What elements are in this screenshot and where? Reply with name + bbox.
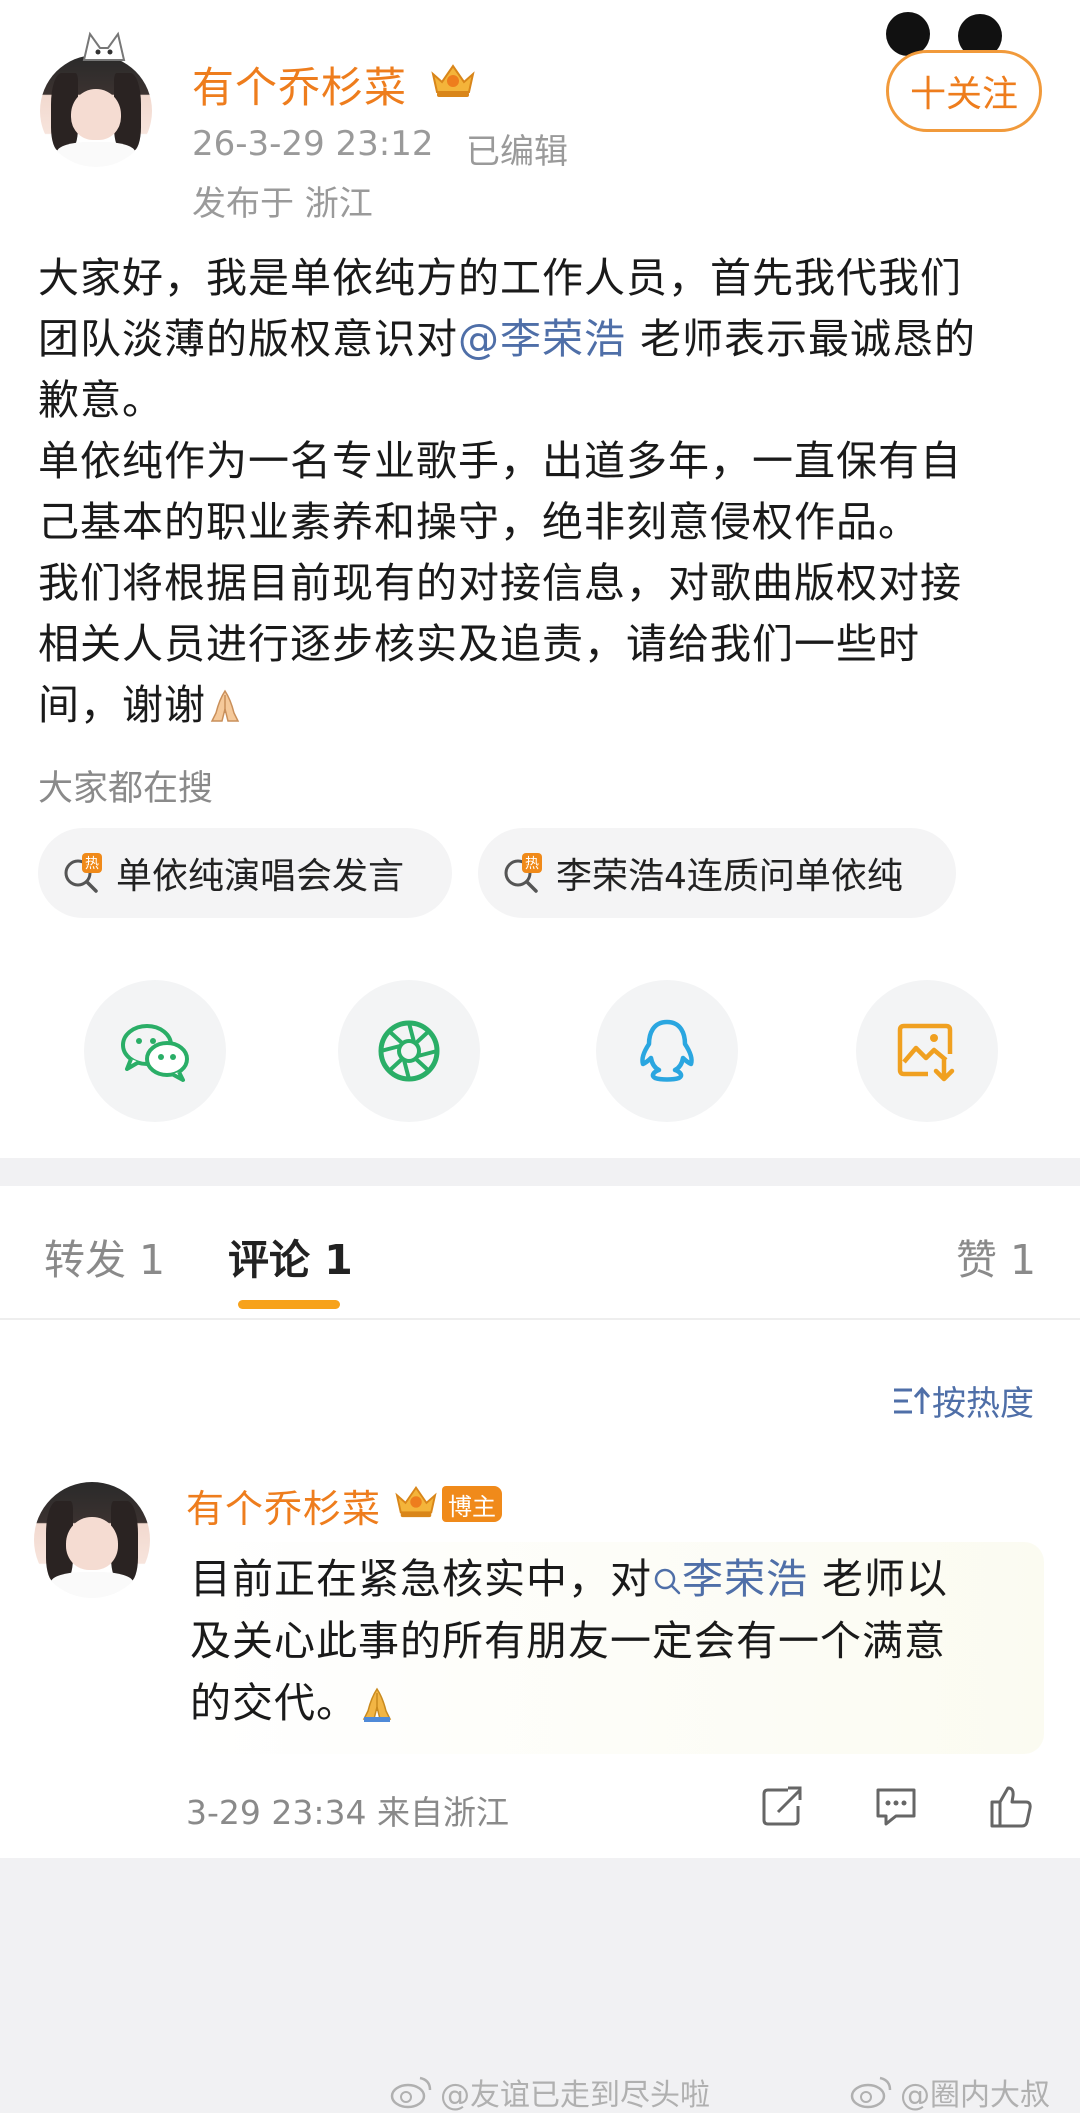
comment-line: 及关心此事的所有朋友一定会有一个满意 [190, 1617, 946, 1665]
svg-text:热: 热 [525, 856, 539, 872]
vip-crown-icon [395, 1485, 437, 1518]
active-tab-indicator [238, 1300, 340, 1309]
watermark-right: @圈内大叔 [850, 2070, 1050, 2113]
edited-label: 已编辑 [466, 132, 568, 172]
hot-search-icon: 热 [504, 853, 542, 893]
comment-text-segment: 老师以 [808, 1555, 949, 1603]
post-time: 26-3-29 23:12 [192, 124, 434, 164]
sort-icon [894, 1386, 931, 1414]
share-wechat-button[interactable] [84, 980, 226, 1122]
post-text-segment: 老师表示最诚恳的 [626, 315, 977, 363]
pray-emoji-icon [362, 1687, 392, 1722]
weibo-logo-icon [390, 2076, 432, 2109]
search-mention-icon [654, 1568, 681, 1595]
comment-line: 目前正在紧急核实中，对 李荣浩 老师以 [190, 1548, 1030, 1610]
like-icon[interactable] [986, 1782, 1034, 1830]
tab-comments[interactable]: 评论 1 [228, 1226, 353, 1286]
post-text-segment: 间，谢谢 [38, 681, 206, 729]
post-line: 我们将根据目前现有的对接信息，对歌曲版权对接 [38, 559, 962, 607]
trending-heading: 大家都在搜 [38, 769, 214, 809]
watermark-right-text: @圈内大叔 [900, 2078, 1050, 2113]
interaction-tabs: 转发 1 评论 1 赞 1 [0, 1186, 1080, 1320]
weibo-logo-icon [850, 2076, 892, 2109]
qq-icon [640, 1019, 694, 1082]
comment-text-segment: 的交代。 [190, 1679, 358, 1727]
follow-area: 十关注 [848, 10, 1048, 132]
hot-search-icon: 热 [64, 853, 102, 893]
cat-ears-icon [82, 31, 126, 61]
post-line: 间，谢谢 [38, 675, 1048, 736]
watermark-left-text: @友谊已走到尽头啦 [440, 2078, 710, 2113]
share-qq-button[interactable] [596, 980, 738, 1122]
post-location: 发布于 浙江 [192, 184, 373, 224]
post-line: 团队淡薄的版权意识对@李荣浩 老师表示最诚恳的 [38, 309, 1048, 370]
mention-link[interactable]: 李荣浩 [652, 1555, 808, 1603]
post-line: 相关人员进行逐步核实及追责，请给我们一些时 [38, 620, 920, 668]
author-name[interactable]: 有个乔杉菜 [192, 54, 407, 115]
trending-chip[interactable]: 热 李荣浩4连质问单依纯 [478, 828, 956, 918]
comment-icon[interactable] [872, 1782, 920, 1830]
post-line: 歉意。 [38, 376, 164, 424]
watermark-left: @友谊已走到尽头啦 [390, 2070, 710, 2113]
post-line: 己基本的职业素养和操守，绝非刻意侵权作品。 [38, 498, 920, 546]
tab-likes[interactable]: 赞 1 [956, 1226, 1036, 1286]
share-moments-button[interactable] [338, 980, 480, 1122]
author-avatar[interactable] [40, 55, 152, 167]
commenter-avatar[interactable] [34, 1482, 150, 1598]
comment-text-segment: 目前正在紧急核实中，对 [190, 1555, 652, 1603]
post-card: 有个乔杉菜 26-3-29 23:12 已编辑 发布于 浙江 十关注 大家好，我… [0, 0, 1080, 1158]
comment-line: 的交代。 [190, 1672, 1030, 1734]
post-text: 大家好，我是单依纯方的工作人员，首先我代我们 团队淡薄的版权意识对@李荣浩 老师… [38, 248, 1048, 736]
comment-section: 按热度 有个乔杉菜 博主 目前正在紧急核实中，对 李荣浩 老师以 及关心此事的所有… [0, 1320, 1080, 1858]
wechat-icon [121, 1024, 189, 1082]
sort-label: 按热度 [932, 1384, 1034, 1424]
vip-crown-icon [431, 64, 475, 97]
follow-button[interactable]: 十关注 [886, 50, 1042, 132]
moments-icon [378, 1020, 440, 1082]
save-image-icon [897, 1023, 955, 1082]
tab-repost[interactable]: 转发 1 [44, 1226, 165, 1286]
trending-chip[interactable]: 热 单依纯演唱会发言 [38, 828, 452, 918]
post-line: 单依纯作为一名专业歌手，出道多年，一直保有自 [38, 437, 962, 485]
author-badge: 博主 [442, 1486, 502, 1522]
post-line: 大家好，我是单依纯方的工作人员，首先我代我们 [38, 254, 962, 302]
save-image-button[interactable] [856, 980, 998, 1122]
trending-chip-label: 李荣浩4连质问单依纯 [556, 856, 903, 897]
comment-text: 目前正在紧急核实中，对 李荣浩 老师以 及关心此事的所有朋友一定会有一个满意 的交… [190, 1548, 1030, 1734]
sort-button[interactable]: 按热度 [892, 1376, 1034, 1425]
comment-time-location: 3-29 23:34 来自浙江 [186, 1793, 509, 1832]
trending-chip-label: 单依纯演唱会发言 [116, 856, 405, 897]
mention-link[interactable]: @李荣浩 [458, 315, 626, 363]
pray-emoji-icon [210, 689, 240, 722]
svg-text:热: 热 [85, 856, 99, 872]
post-text-segment: 团队淡薄的版权意识对 [38, 315, 458, 363]
mention-name: 李荣浩 [682, 1555, 808, 1603]
repost-icon[interactable] [758, 1782, 806, 1830]
commenter-name[interactable]: 有个乔杉菜 [186, 1478, 381, 1533]
